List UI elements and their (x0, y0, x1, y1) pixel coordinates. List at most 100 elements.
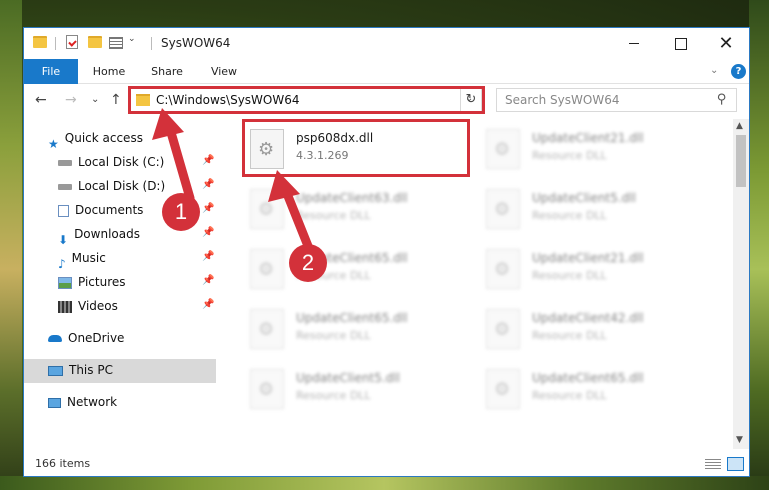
file-item[interactable]: UpdateClient42.dll Resource DLL (486, 303, 716, 363)
documents-icon (58, 204, 69, 217)
pin-icon[interactable]: 📌 (202, 275, 214, 286)
videos-icon (58, 300, 72, 313)
toolbar-separator (55, 37, 56, 50)
sidebar-item-label: Local Disk (D:) (78, 179, 166, 193)
file-type: Resource DLL (296, 209, 371, 222)
sidebar-item-downloads[interactable]: ⬇ Downloads (58, 223, 140, 247)
help-icon[interactable]: ? (731, 64, 746, 79)
properties-icon[interactable] (66, 35, 78, 49)
large-icons-view-icon[interactable] (727, 457, 744, 471)
sidebar-item-label: Downloads (74, 227, 140, 241)
file-item[interactable]: UpdateClient5.dll Resource DLL (250, 363, 480, 423)
navigation-pane: ★ Quick access Local Disk (C:) 📌 Local Di… (24, 119, 224, 449)
search-box[interactable]: Search SysWOW64 ⚲ (496, 88, 737, 112)
sidebar-item-music[interactable]: ♪ Music (58, 247, 106, 271)
file-name: UpdateClient5.dll (296, 371, 400, 385)
search-input[interactable]: Search SysWOW64 (505, 93, 619, 107)
dll-file-icon (486, 189, 520, 229)
close-button[interactable]: ✕ (703, 28, 749, 59)
desktop-wallpaper-bottom (0, 476, 769, 490)
navigation-bar: ← → ⌄ ↑ C:\Windows\SysWOW64 ⌄ ↻ Search S… (24, 85, 749, 116)
sidebar-item-label: Pictures (78, 275, 126, 289)
network-icon (48, 397, 61, 408)
vertical-scrollbar[interactable]: ▲ ▼ (733, 119, 749, 449)
music-icon: ♪ (58, 256, 66, 271)
file-name: UpdateClient63.dll (296, 191, 408, 205)
customize-toolbar-icon[interactable] (109, 37, 123, 49)
file-list: psp608dx.dll 4.3.1.269 UpdateClient21.dl… (242, 119, 732, 449)
search-icon[interactable]: ⚲ (717, 92, 727, 107)
dll-file-icon (250, 249, 284, 289)
pin-icon[interactable]: 📌 (202, 179, 214, 190)
desktop-wallpaper-left (0, 0, 22, 490)
file-explorer-window: ⌄ SysWOW64 ✕ File Home Share View ⌄ ? ← … (23, 27, 750, 477)
expand-ribbon-icon[interactable]: ⌄ (710, 65, 718, 76)
tab-file[interactable]: File (24, 59, 78, 84)
pin-icon[interactable]: 📌 (202, 227, 214, 238)
ribbon-tabs: File Home Share View ⌄ ? (24, 59, 749, 84)
file-type: Resource DLL (532, 209, 607, 222)
drive-icon (58, 159, 72, 166)
window-title: SysWOW64 (161, 36, 231, 50)
sidebar-item-onedrive[interactable]: OneDrive (48, 327, 124, 349)
file-item[interactable]: UpdateClient63.dll Resource DLL (250, 183, 480, 243)
tab-view[interactable]: View (199, 59, 249, 84)
file-type: Resource DLL (532, 389, 607, 402)
pin-icon[interactable]: 📌 (202, 299, 214, 310)
chevron-down-icon[interactable]: ⌄ (128, 34, 136, 44)
file-item[interactable]: UpdateClient21.dll Resource DLL (486, 123, 716, 183)
cloud-icon (48, 335, 62, 342)
maximize-button[interactable] (657, 28, 703, 59)
file-name: UpdateClient65.dll (532, 371, 644, 385)
tab-share[interactable]: Share (142, 59, 192, 84)
address-highlight-box (128, 86, 485, 114)
sidebar-item-label: Network (67, 395, 118, 409)
dll-file-icon (250, 189, 284, 229)
sidebar-item-label: Documents (75, 203, 144, 217)
pin-icon[interactable]: 📌 (202, 155, 214, 166)
sidebar-item-this-pc[interactable]: This PC (48, 359, 113, 381)
sidebar-item-label: OneDrive (68, 331, 125, 345)
file-item[interactable]: UpdateClient65.dll Resource DLL (250, 243, 480, 303)
file-type: Resource DLL (532, 149, 607, 162)
minimize-button[interactable] (611, 28, 657, 59)
star-icon: ★ (48, 136, 59, 151)
scroll-thumb[interactable] (736, 135, 746, 187)
sidebar-item-label: Local Disk (C:) (78, 155, 165, 169)
sidebar-item-quick-access[interactable]: ★ Quick access (48, 127, 143, 151)
pin-icon[interactable]: 📌 (202, 251, 214, 262)
file-item[interactable]: UpdateClient5.dll Resource DLL (486, 183, 716, 243)
file-highlight-box (242, 119, 470, 177)
sidebar-item-label: Music (71, 251, 106, 265)
pin-icon[interactable]: 📌 (202, 203, 214, 214)
sidebar-item-pictures[interactable]: Pictures (58, 271, 126, 293)
folder-icon (33, 36, 47, 48)
dll-file-icon (486, 129, 520, 169)
file-name: UpdateClient5.dll (532, 191, 636, 205)
forward-arrow-icon[interactable]: → (65, 92, 77, 108)
toolbar-separator (151, 37, 152, 50)
scroll-up-icon[interactable]: ▲ (736, 121, 743, 131)
download-icon: ⬇ (58, 232, 69, 247)
tab-home[interactable]: Home (84, 59, 134, 84)
recent-locations-icon[interactable]: ⌄ (91, 94, 99, 105)
sidebar-item-network[interactable]: Network (48, 391, 117, 413)
up-arrow-icon[interactable]: ↑ (110, 92, 122, 108)
file-name: UpdateClient42.dll (532, 311, 644, 325)
new-folder-icon[interactable] (88, 36, 102, 48)
scroll-down-icon[interactable]: ▼ (736, 435, 743, 445)
dll-file-icon (486, 309, 520, 349)
drive-icon (58, 183, 72, 190)
details-view-icon[interactable] (705, 459, 721, 470)
file-item[interactable]: UpdateClient65.dll Resource DLL (486, 363, 716, 423)
back-arrow-icon[interactable]: ← (35, 92, 47, 108)
sidebar-item-videos[interactable]: Videos (58, 295, 118, 317)
dll-file-icon (250, 369, 284, 409)
file-item[interactable]: UpdateClient21.dll Resource DLL (486, 243, 716, 303)
item-count: 166 items (35, 457, 91, 470)
sidebar-item-local-disk-d[interactable]: Local Disk (D:) (58, 175, 165, 197)
file-item[interactable]: UpdateClient65.dll Resource DLL (250, 303, 480, 363)
file-type: Resource DLL (532, 269, 607, 282)
sidebar-item-documents[interactable]: Documents (58, 199, 143, 221)
file-name: UpdateClient21.dll (532, 131, 644, 145)
